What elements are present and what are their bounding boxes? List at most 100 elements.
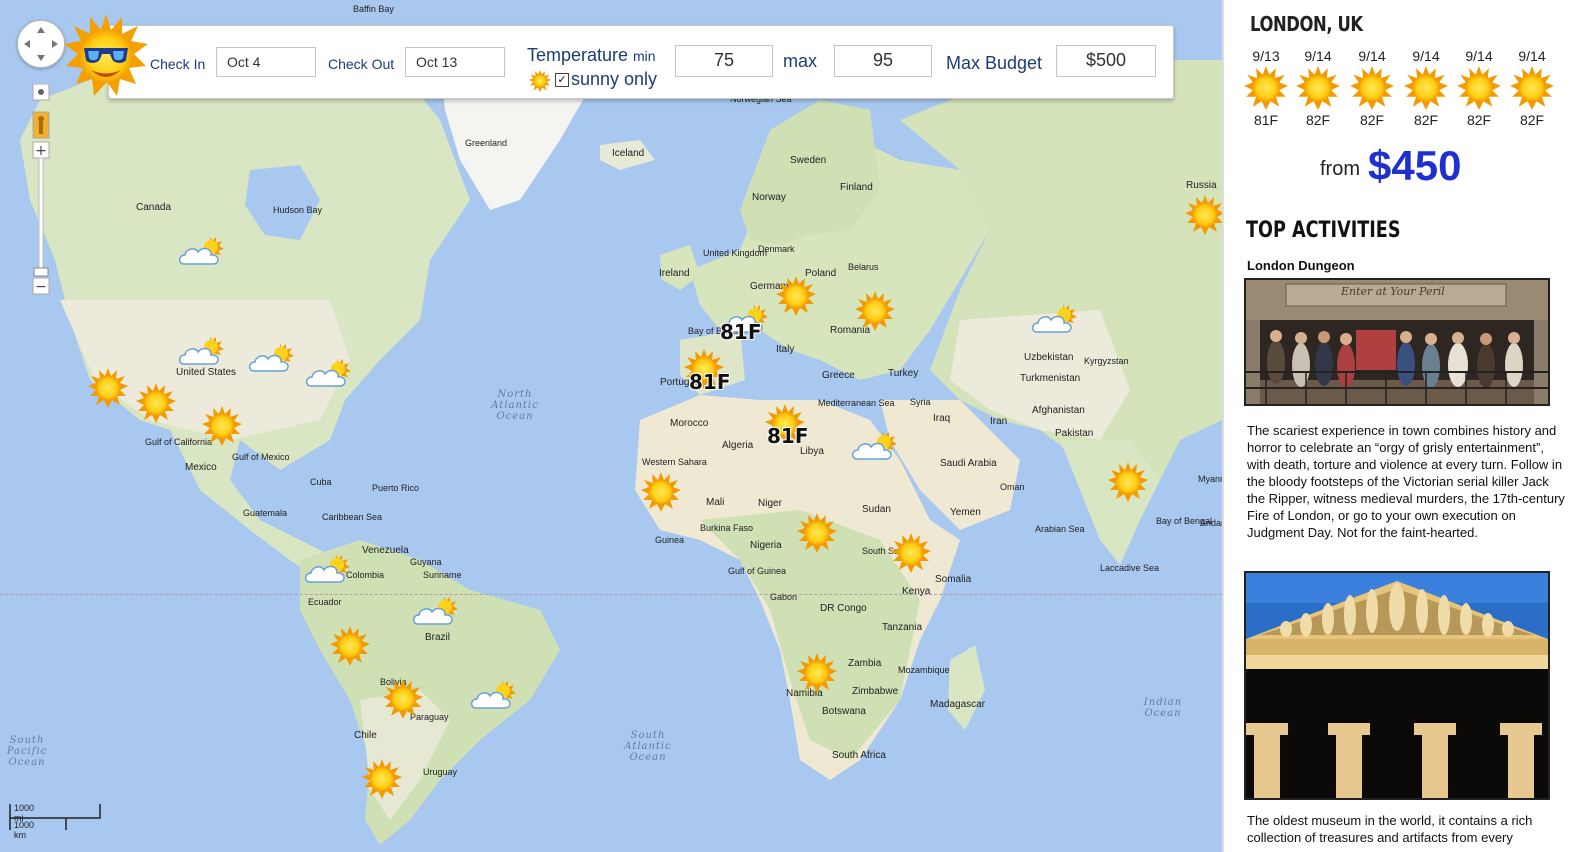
museum-photo[interactable] xyxy=(1244,571,1550,800)
svg-text:+: + xyxy=(35,143,47,159)
map-label-morocco: Morocco xyxy=(670,418,709,429)
map-label-somalia: Somalia xyxy=(935,574,972,585)
forecast-temp: 81F xyxy=(1253,112,1279,128)
sunny-marker[interactable] xyxy=(776,276,816,316)
map-label-nigeria: Nigeria xyxy=(750,540,782,551)
sunny-marker[interactable] xyxy=(891,533,931,573)
forecast-day: 9/14 82F xyxy=(1402,48,1450,128)
sunny-marker[interactable] xyxy=(330,626,370,666)
map-label-syria: Syria xyxy=(910,397,931,407)
temp-label-tunisia[interactable]: 81F xyxy=(767,424,809,448)
price-value: $450 xyxy=(1368,142,1462,189)
price-display: from $450 xyxy=(1320,142,1461,190)
map-label-south-pacific: South Pacific Ocean xyxy=(6,735,48,768)
sunny-marker[interactable] xyxy=(855,291,895,331)
sunny-only-label: sunny only xyxy=(571,69,658,89)
forecast-temp: 82F xyxy=(1466,112,1492,128)
map-label-hudson-bay: Hudson Bay xyxy=(273,205,323,215)
map-label-afghanistan: Afghanistan xyxy=(1032,405,1085,416)
activity-description: The scariest experience in town combines… xyxy=(1247,423,1565,540)
map-label-belarus: Belarus xyxy=(848,262,879,272)
pan-control[interactable] xyxy=(17,20,65,68)
forecast-day: 9/13 81F xyxy=(1242,48,1290,128)
temperature-max-input[interactable]: 95 xyxy=(834,45,932,77)
sun-icon xyxy=(1404,66,1448,110)
temp-label-london[interactable]: 81F xyxy=(720,320,762,344)
sunny-marker[interactable] xyxy=(362,759,402,799)
map-label-iraq: Iraq xyxy=(933,413,951,424)
forecast-date: 9/14 xyxy=(1518,48,1546,64)
temperature-min-label: min xyxy=(633,48,656,64)
map-label-indian-ocean: Indian Ocean xyxy=(1143,697,1183,719)
partly-cloudy-marker[interactable] xyxy=(851,431,897,463)
svg-text:−: − xyxy=(35,279,47,295)
forecast-day: 9/14 82F xyxy=(1508,48,1556,128)
sunny-marker[interactable] xyxy=(641,472,681,512)
activity-description: The oldest museum in the world, it conta… xyxy=(1247,813,1533,845)
map-label-venezuela: Venezuela xyxy=(362,545,409,556)
map-label-sudan: Sudan xyxy=(862,504,891,515)
partly-cloudy-marker[interactable] xyxy=(1031,304,1077,336)
map-label-algeria: Algeria xyxy=(722,440,754,451)
sunny-marker[interactable] xyxy=(797,653,837,693)
sunny-marker[interactable] xyxy=(1185,195,1222,235)
map-label-dr-congo: DR Congo xyxy=(820,603,867,614)
partly-cloudy-marker[interactable] xyxy=(248,343,294,375)
map-label-norway: Norway xyxy=(752,192,786,203)
partly-cloudy-marker[interactable] xyxy=(305,358,351,390)
sun-icon xyxy=(529,70,551,92)
sunny-marker[interactable] xyxy=(1108,462,1148,502)
sunny-marker[interactable] xyxy=(202,406,242,446)
check-out-label: Check Out xyxy=(328,56,395,72)
zoom-control[interactable]: + − xyxy=(31,83,51,299)
map-label-guyana: Guyana xyxy=(410,557,442,567)
map-label-burkina: Burkina Faso xyxy=(700,523,754,533)
partly-cloudy-marker[interactable] xyxy=(178,336,224,368)
london-dungeon-photo[interactable]: Enter at Your Peril xyxy=(1244,278,1550,406)
temperature-max-label: max xyxy=(783,51,818,71)
sunny-marker[interactable] xyxy=(383,679,423,719)
map-label-mali: Mali xyxy=(706,497,725,508)
forecast-date: 9/13 xyxy=(1252,48,1280,64)
partly-cloudy-marker[interactable] xyxy=(412,596,458,628)
world-map[interactable]: Baffin Bay Canada Hudson Bay United Stat… xyxy=(0,0,1222,852)
map-label-gulf-mexico: Gulf of Mexico xyxy=(232,452,290,462)
map-label-mozambique: Mozambique xyxy=(898,665,950,675)
sun-icon xyxy=(1244,66,1288,110)
map-label-north-atlantic: North Atlantic Ocean xyxy=(491,389,539,422)
temp-label-portugal[interactable]: 81F xyxy=(689,370,731,394)
destination-title: LONDON, UK xyxy=(1250,12,1363,36)
map-label-south-atlantic: South Atlantic Ocean xyxy=(624,730,672,763)
map-label-canada: Canada xyxy=(136,202,172,213)
map-label-pakistan: Pakistan xyxy=(1055,428,1094,439)
partly-cloudy-marker[interactable] xyxy=(178,236,224,268)
forecast-day: 9/14 82F xyxy=(1348,48,1396,128)
sunny-marker[interactable] xyxy=(797,513,837,553)
map-label-chile: Chile xyxy=(354,730,377,741)
sunny-marker[interactable] xyxy=(136,383,176,423)
forecast-day: 9/14 82F xyxy=(1455,48,1503,128)
partly-cloudy-marker[interactable] xyxy=(304,554,350,586)
sun-icon xyxy=(1350,66,1394,110)
map-label-sweden: Sweden xyxy=(790,155,827,166)
activity-title[interactable]: London Dungeon xyxy=(1247,258,1355,273)
map-label-caribbean-sea: Caribbean Sea xyxy=(322,512,383,522)
map-label-yemen: Yemen xyxy=(950,507,981,518)
search-toolbar: Check In Oct 4 Check Out Oct 13 Temperat… xyxy=(108,25,1174,99)
sunny-marker[interactable] xyxy=(88,368,128,408)
forecast-date: 9/14 xyxy=(1358,48,1386,64)
sun-logo xyxy=(64,14,148,98)
map-label-turkey: Turkey xyxy=(888,368,919,379)
partly-cloudy-marker[interactable] xyxy=(470,680,516,712)
map-label-italy: Italy xyxy=(776,344,795,355)
sunny-only-checkbox[interactable]: ✓ xyxy=(555,73,569,87)
check-out-field[interactable]: Oct 13 xyxy=(405,47,505,77)
map-label-niger: Niger xyxy=(758,498,782,509)
check-in-field[interactable]: Oct 4 xyxy=(216,47,316,77)
max-budget-input[interactable]: $500 xyxy=(1056,45,1156,77)
destination-sidebar: LONDON, UK 9/13 81F 9/14 82F 9/14 82F 9/… xyxy=(1222,0,1576,852)
map-label-greece: Greece xyxy=(822,370,855,381)
forecast-temp: 82F xyxy=(1519,112,1545,128)
temperature-min-input[interactable]: 75 xyxy=(675,45,773,77)
sun-icon xyxy=(1510,66,1554,110)
